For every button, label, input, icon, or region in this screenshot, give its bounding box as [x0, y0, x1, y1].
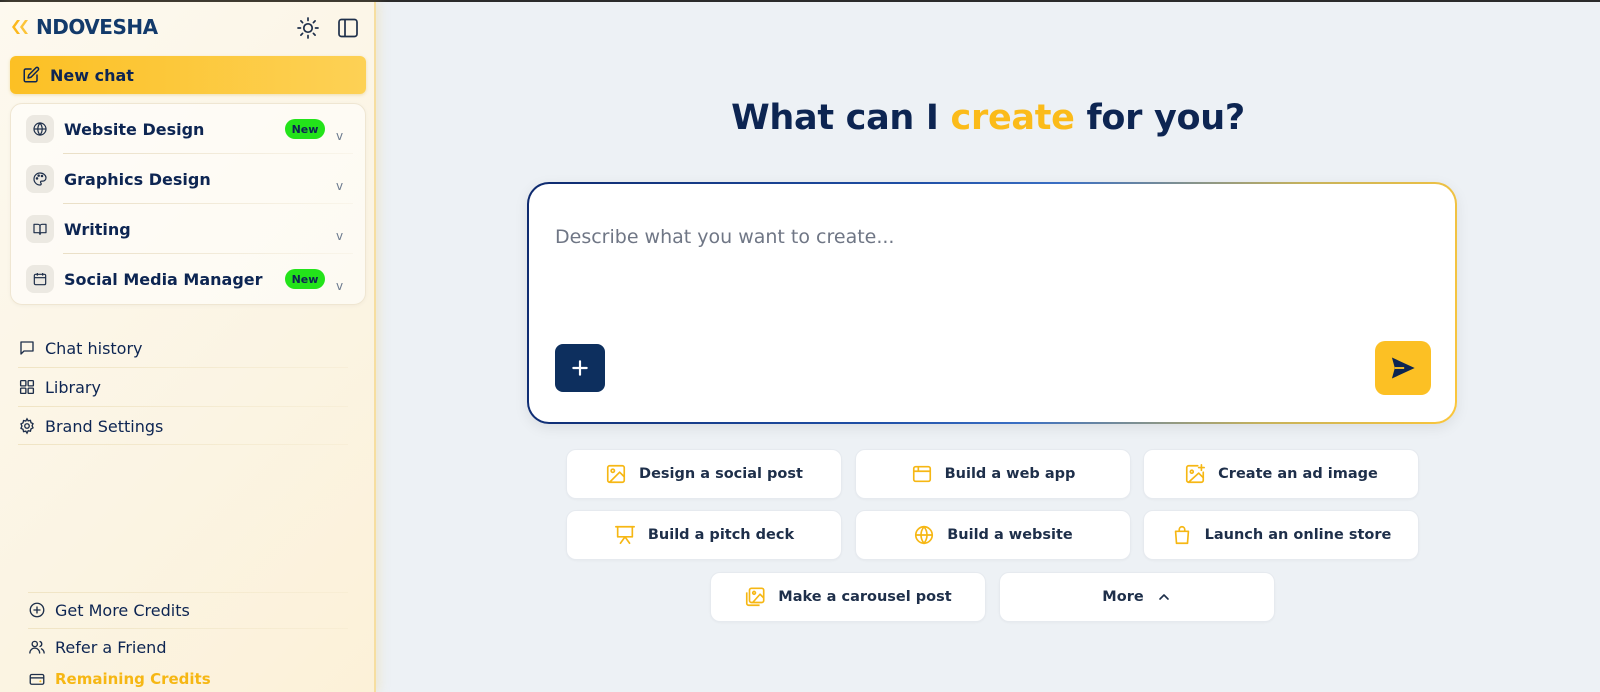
gear-icon — [20, 417, 34, 435]
sun-icon[interactable] — [296, 16, 320, 40]
page-title: What can I create for you? — [376, 98, 1600, 138]
browser-icon — [912, 465, 931, 483]
tool-item-graphics-design[interactable]: Graphics Design v — [11, 154, 367, 204]
refer-a-friend-button[interactable]: Refer a Friend — [28, 630, 348, 664]
image-plus-icon — [1186, 464, 1206, 484]
tools-card: Website Design New v Graphics Design v W… — [10, 103, 366, 305]
globe-icon — [915, 525, 934, 545]
prompt-box — [527, 182, 1457, 424]
remaining-credits[interactable]: Remaining Credits — [28, 666, 348, 692]
brand-logo[interactable]: NDOVESHA — [10, 14, 158, 40]
headline-text-end: for you? — [1074, 98, 1245, 138]
tool-label: Writing — [64, 219, 131, 239]
suggestion-build-pitch-deck[interactable]: Build a pitch deck — [566, 510, 842, 560]
globe-icon — [26, 115, 54, 143]
suggestion-create-ad-image[interactable]: Create an ad image — [1143, 449, 1419, 499]
chevron-down-icon[interactable]: v — [336, 279, 343, 293]
new-chat-button[interactable]: New chat — [10, 56, 366, 94]
palette-icon — [26, 165, 54, 193]
images-icon — [746, 587, 765, 607]
chevron-down-icon[interactable]: v — [336, 129, 343, 143]
nav-item-brand-settings[interactable]: Brand Settings — [18, 407, 348, 445]
nav-item-chat-history[interactable]: Chat history — [18, 329, 348, 367]
new-chat-label: New chat — [50, 65, 134, 85]
sidebar: NDOVESHA New chat Website Design New v G… — [0, 2, 376, 692]
suggestion-label: Build a pitch deck — [647, 527, 795, 543]
tool-item-social-media-manager[interactable]: Social Media Manager New v — [11, 254, 367, 304]
nav-item-library[interactable]: Library — [18, 368, 348, 406]
credit-card-icon — [29, 673, 45, 685]
presentation-icon — [614, 525, 635, 545]
message-icon — [20, 341, 34, 355]
book-icon — [26, 215, 54, 243]
tool-item-website-design[interactable]: Website Design New v — [11, 104, 367, 154]
calendar-icon — [26, 265, 54, 293]
nav-label: Brand Settings — [45, 416, 164, 436]
get-more-credits-button[interactable]: Get More Credits — [28, 593, 348, 627]
suggestion-label: Make a carousel post — [778, 589, 952, 605]
chevron-down-icon[interactable]: v — [336, 179, 343, 193]
sidebar-panel-icon[interactable] — [336, 16, 360, 40]
chevron-down-icon[interactable]: v — [336, 229, 343, 243]
tool-label: Graphics Design — [64, 169, 211, 189]
tool-label: Website Design — [64, 119, 205, 139]
grid-icon — [19, 379, 35, 395]
more-suggestions-button[interactable]: More — [999, 572, 1275, 622]
suggestion-label: Build a website — [947, 527, 1073, 543]
plus-circle-icon — [29, 602, 45, 618]
prompt-input[interactable] — [555, 226, 1415, 248]
suggestion-label: Launch an online store — [1204, 527, 1392, 543]
suggestion-launch-online-store[interactable]: Launch an online store — [1143, 510, 1419, 560]
suggestion-label: Build a web app — [944, 466, 1076, 482]
users-icon — [29, 640, 45, 654]
brand-mark-icon — [12, 20, 28, 34]
divider — [28, 628, 348, 629]
chevron-up-icon — [1158, 594, 1169, 600]
headline-accent: create — [950, 98, 1075, 138]
suggestion-build-web-app[interactable]: Build a web app — [855, 449, 1131, 499]
remaining-credits-label: Remaining Credits — [55, 670, 211, 688]
tool-item-writing[interactable]: Writing v — [11, 204, 367, 254]
suggestion-build-website[interactable]: Build a website — [855, 510, 1131, 560]
bottom-label: Refer a Friend — [55, 637, 167, 657]
new-badge: New — [285, 119, 325, 139]
image-icon — [606, 464, 626, 484]
brand-name: NDOVESHA — [36, 15, 158, 39]
send-icon — [1391, 357, 1415, 379]
bottom-label: Get More Credits — [55, 600, 190, 620]
suggestion-label: Create an ad image — [1218, 466, 1378, 482]
prompt-inner — [529, 184, 1455, 422]
new-badge: New — [285, 269, 325, 289]
divider — [18, 444, 348, 445]
suggestion-label: Design a social post — [639, 466, 803, 482]
suggestion-design-social-post[interactable]: Design a social post — [566, 449, 842, 499]
plus-icon — [572, 360, 588, 376]
nav-label: Chat history — [45, 338, 143, 358]
send-button[interactable] — [1375, 341, 1431, 395]
shopping-bag-icon — [1174, 525, 1189, 545]
edit-icon — [23, 66, 40, 83]
nav-label: Library — [45, 377, 101, 397]
tool-label: Social Media Manager — [64, 269, 263, 289]
add-attachment-button[interactable] — [555, 344, 605, 392]
suggestion-make-carousel-post[interactable]: Make a carousel post — [710, 572, 986, 622]
headline-text: What can I — [731, 98, 951, 138]
more-label: More — [1102, 589, 1144, 605]
